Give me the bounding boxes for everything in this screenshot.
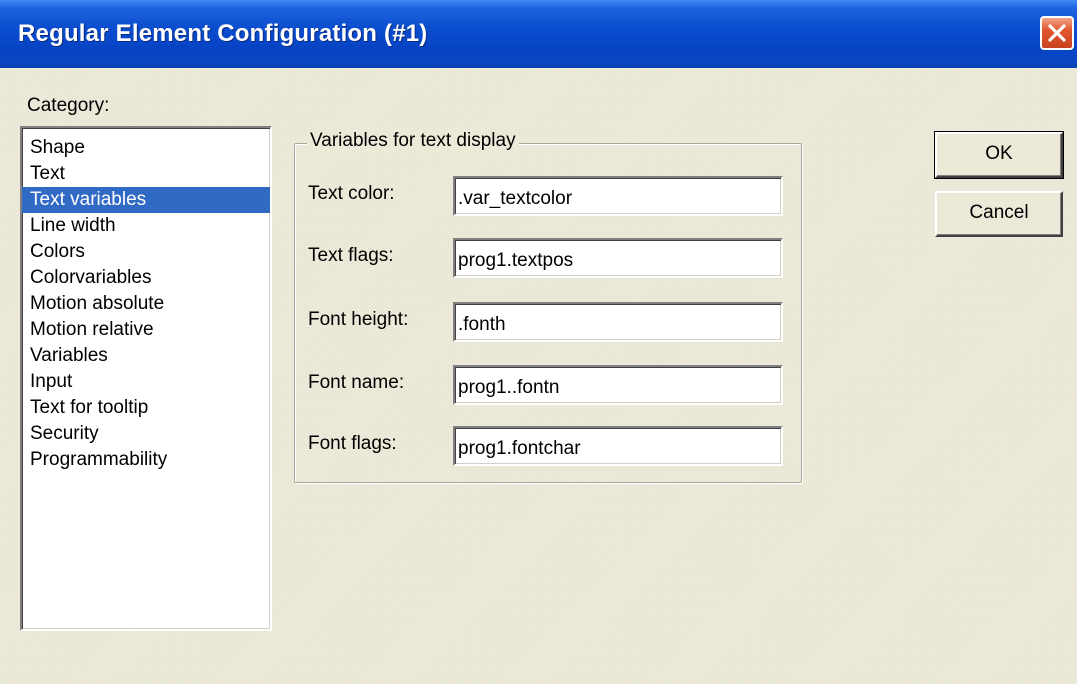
category-item-shape[interactable]: Shape: [22, 135, 270, 161]
text-color-label: Text color:: [308, 183, 395, 204]
title-bar[interactable]: Regular Element Configuration (#1): [0, 0, 1077, 68]
text-flags-input[interactable]: [453, 238, 783, 278]
text-color-input[interactable]: [453, 176, 783, 216]
font-name-label: Font name:: [308, 372, 405, 393]
category-item-text[interactable]: Text: [22, 161, 270, 187]
font-flags-label: Font flags:: [308, 433, 397, 454]
category-list[interactable]: Shape Text Text variables Line width Col…: [20, 126, 272, 631]
category-label: Category:: [27, 95, 110, 116]
groupbox-title: Variables for text display: [307, 130, 519, 152]
category-item-colorvariables[interactable]: Colorvariables: [22, 265, 270, 291]
ok-button[interactable]: OK: [934, 131, 1064, 179]
category-item-variables[interactable]: Variables: [22, 343, 270, 369]
cancel-button[interactable]: Cancel: [935, 191, 1063, 237]
category-item-colors[interactable]: Colors: [22, 239, 270, 265]
category-item-text-variables[interactable]: Text variables: [22, 187, 270, 213]
font-name-input[interactable]: [453, 365, 783, 405]
category-item-motion-relative[interactable]: Motion relative: [22, 317, 270, 343]
dialog-window: Regular Element Configuration (#1) Categ…: [0, 0, 1077, 684]
font-height-input[interactable]: [453, 302, 783, 342]
category-item-motion-absolute[interactable]: Motion absolute: [22, 291, 270, 317]
category-item-security[interactable]: Security: [22, 421, 270, 447]
close-icon: [1048, 24, 1066, 42]
close-button[interactable]: [1040, 16, 1074, 50]
category-item-input[interactable]: Input: [22, 369, 270, 395]
font-flags-input[interactable]: [453, 426, 783, 466]
category-item-text-for-tooltip[interactable]: Text for tooltip: [22, 395, 270, 421]
category-item-line-width[interactable]: Line width: [22, 213, 270, 239]
text-flags-label: Text flags:: [308, 245, 394, 266]
category-item-programmability[interactable]: Programmability: [22, 447, 270, 473]
font-height-label: Font height:: [308, 309, 409, 330]
window-title: Regular Element Configuration (#1): [18, 20, 428, 47]
